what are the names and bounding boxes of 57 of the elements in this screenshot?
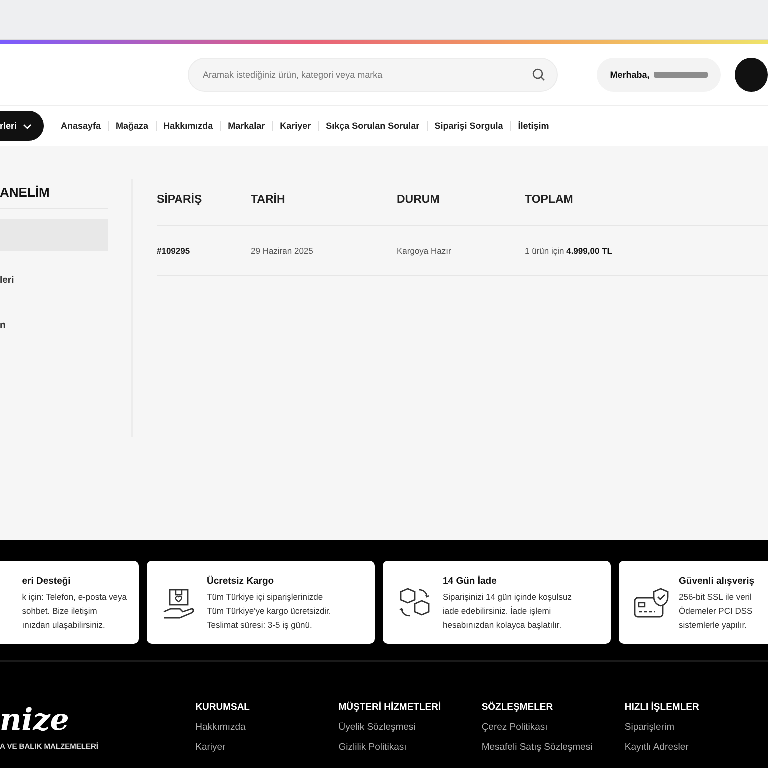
- feature-title: Ücretsiz Kargo: [207, 576, 276, 586]
- nav-link[interactable]: Anasayfa: [54, 121, 108, 131]
- feature-text: k için: Telefon, e-posta veya: [22, 592, 127, 602]
- footer-link[interactable]: Hakkımızda: [196, 722, 339, 733]
- footer-link[interactable]: Çerez Politikası: [482, 722, 625, 733]
- logo[interactable]: nize: [0, 706, 70, 736]
- nav-link[interactable]: Mağaza: [109, 121, 156, 131]
- column-header: TOPLAM: [525, 194, 574, 206]
- category-menu-button[interactable]: rleri: [0, 111, 44, 141]
- nav-link[interactable]: Sıkça Sorulan Sorular: [319, 121, 427, 131]
- feature-text: Tüm Türkiye'ye kargo ücretsizdir.: [207, 606, 332, 616]
- search-field[interactable]: Aramak istediğiniz ürün, kategori veya marka: [188, 58, 558, 92]
- feature-title: eri Desteği: [22, 576, 72, 586]
- search-input[interactable]: Aramak istediğiniz ürün, kategori veya marka: [201, 68, 532, 80]
- footer-heading: SÖZLEŞMELER: [482, 702, 554, 713]
- feature-text: hesabınızdan kolayca başlatılır.: [443, 620, 563, 630]
- feature-text: sistemlerle yapılır.: [679, 620, 748, 630]
- nav-link[interactable]: Kariyer: [273, 121, 318, 131]
- nav-link[interactable]: Siparişi Sorgula: [428, 121, 510, 131]
- feature-text: Ödemeler PCI DSS: [679, 606, 754, 616]
- footer-link[interactable]: Siparişlerim: [624, 722, 768, 733]
- nav-link[interactable]: İletişim: [511, 121, 556, 131]
- footer-link[interactable]: Gizlilik Politikası: [338, 742, 482, 753]
- search-icon[interactable]: [532, 68, 545, 81]
- footer-link[interactable]: Mesafeli Satış Sözleşmesi: [482, 742, 625, 753]
- footer-heading: HIZLI İŞLEMLER: [624, 702, 700, 713]
- feature-text: Teslimat süresi: 3-5 iş günü.: [207, 620, 314, 630]
- account-button[interactable]: Merhaba,: [596, 58, 722, 92]
- column-header: DURUM: [397, 194, 441, 206]
- footer-heading: KURUMSAL: [196, 702, 251, 713]
- card-shield-icon: [633, 586, 669, 620]
- nav-link[interactable]: Hakkımızda: [156, 121, 220, 131]
- sidebar-item[interactable]: n: [0, 309, 108, 341]
- order-number[interactable]: #109295: [157, 246, 251, 256]
- redaction-bar: [654, 72, 708, 78]
- cart-button[interactable]: [735, 58, 768, 92]
- feature-text: Tüm Türkiye içi siparişlerinizde: [207, 592, 324, 602]
- feature-text: Siparişinizi 14 gün içinde koşulsuz: [443, 592, 572, 602]
- feature-text: sohbet. Bize iletişim: [22, 606, 98, 616]
- footer-link[interactable]: Kayıtlı Adresler: [624, 742, 768, 753]
- nav-link[interactable]: Markalar: [221, 121, 272, 131]
- table-cell-text: Kargoya Hazır: [397, 246, 452, 256]
- footer-heading: MÜŞTERİ HİZMETLERİ: [338, 702, 442, 713]
- feature-title: 14 Gün İade: [443, 576, 498, 586]
- column-header: TARİH: [251, 194, 286, 206]
- feature-text: ınızdan ulaşabilirsiniz.: [22, 620, 106, 630]
- footer-link[interactable]: Kariyer: [196, 742, 339, 753]
- table-cell-text: 1 ürün için 4.999,00 TL: [525, 246, 614, 256]
- column-header: SİPARİŞ: [157, 194, 204, 206]
- footer-link[interactable]: Üyelik Sözleşmesi: [338, 722, 482, 733]
- sidebar-title: ANELİM: [0, 179, 108, 209]
- table-cell-text: 29 Haziran 2025: [251, 246, 314, 256]
- feature-text: iade edebilirsiniz. İade işlemi: [443, 606, 552, 616]
- chevron-down-icon: [23, 122, 32, 130]
- feature-text: 256-bit SSL ile veril: [679, 592, 753, 602]
- sidebar-item[interactable]: leri: [0, 264, 108, 296]
- feature-title: Güvenli alışveriş: [679, 576, 755, 586]
